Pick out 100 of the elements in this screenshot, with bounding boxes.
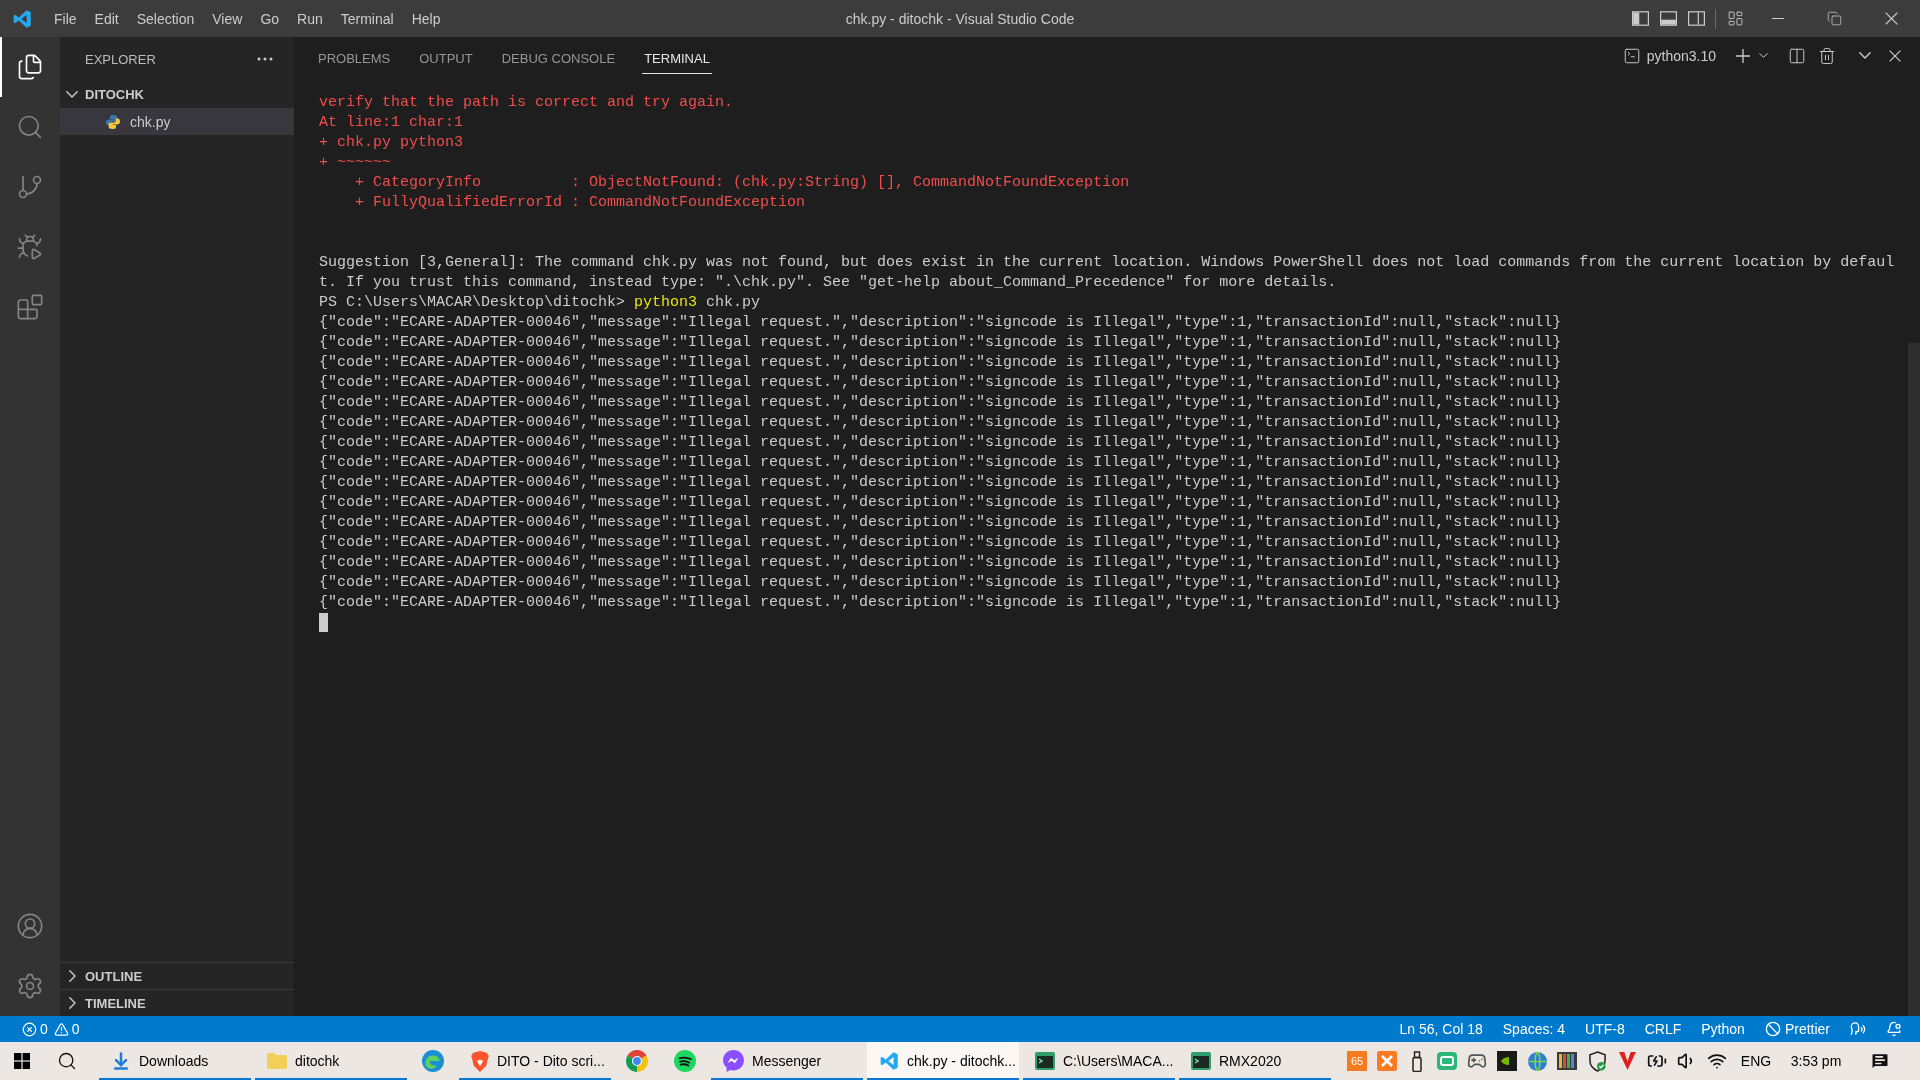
output-line: {"code":"ECARE-ADAPTER-00046","message":"Illegal request.","description":"signcode is Illegal","type":1,"transactionId":null,"stack":null} [319,433,1562,453]
search-icon [57,1051,77,1071]
tree-item[interactable]: chk.py [60,108,294,135]
output-line: {"code":"ECARE-ADAPTER-00046","message":"Illegal request.","description":"signcode is Illegal","type":1,"transactionId":null,"stack":null} [319,333,1562,353]
output-line: {"code":"ECARE-ADAPTER-00046","message":"Illegal request.","description":"signcode is Illegal","type":1,"transactionId":null,"stack":null} [319,533,1562,553]
bars-tile-icon[interactable] [1557,1052,1577,1070]
taskbar-app-button[interactable]: C:\Users\MACA... [1023,1042,1175,1080]
editor-logo-icon [879,1051,899,1071]
error-line: + FullyQualifiedErrorId : CommandNotFoundException [354,193,806,213]
python-file-icon [105,113,121,130]
menu-item[interactable]: Terminal [331,0,403,37]
download-arrow-icon [111,1051,131,1071]
menu-item[interactable]: Edit [85,0,128,37]
taskbar-clock[interactable]: 3:53 pm [1780,1042,1852,1080]
formatter-status[interactable]: Prettier [1754,1016,1840,1042]
output-line: {"code":"ECARE-ADAPTER-00046","message":"Illegal request.","description":"signcode is Illegal","type":1,"transactionId":null,"stack":null} [319,393,1562,413]
console-window-icon [1035,1052,1055,1070]
ban-icon [1764,1021,1781,1037]
taskbar-app-button[interactable]: Downloads [99,1042,251,1080]
panel-tab[interactable]: PROBLEMS [316,44,393,74]
error-line: verify that the path is correct and try again. [319,93,734,113]
ellipsis-icon [257,57,273,61]
error-line: + CategoryInfo : ObjectNotFound: (chk.py:String) [], CommandNotFoundException [354,173,1130,193]
status-item[interactable]: UTF-8 [1575,1016,1635,1042]
notification-icon[interactable] [1870,1051,1890,1071]
output-line: {"code":"ECARE-ADAPTER-00046","message":"Illegal request.","description":"signcode is Illegal","type":1,"transactionId":null,"stack":null} [319,353,1562,373]
gamepad-icon[interactable] [1467,1051,1487,1071]
editor-logo-icon [12,8,32,29]
terminal-line: t. If you trust this command, instead type: ".\chk.py". See "get-help about_Command_Precedence" for more details. [319,273,1337,293]
terminal-cursor [319,613,328,632]
menu-item[interactable]: View [203,0,252,37]
speaking-person-icon [1850,1021,1866,1037]
output-line: {"code":"ECARE-ADAPTER-00046","message":"Illegal request.","description":"signcode is Illegal","type":1,"transactionId":null,"stack":null} [319,453,1562,473]
taskbar-app-button[interactable]: RMX2020 [1179,1042,1331,1080]
menu-item[interactable]: Help [402,0,450,37]
wifi-icon[interactable] [1707,1051,1727,1071]
plus-icon [1736,48,1750,63]
terminal-selector[interactable]: python3.10 [1619,43,1719,68]
panel-tab[interactable]: DEBUG CONSOLE [499,44,618,74]
globe-icon[interactable] [1527,1051,1547,1071]
output-line: {"code":"ECARE-ADAPTER-00046","message":"Illegal request.","description":"signcode is Illegal","type":1,"transactionId":null,"stack":null} [319,573,1562,593]
blocks-icon [16,293,44,321]
menu-item[interactable]: Run [288,0,332,37]
menu-item[interactable]: Selection [127,0,204,37]
shield-check-icon[interactable] [1588,1050,1606,1072]
app-tile-icon[interactable] [1437,1052,1457,1070]
usb-drive-icon[interactable] [1412,1050,1422,1072]
sidebar-title: EXPLORER [85,51,156,67]
error-line: + ~~~~~~ [319,153,391,173]
play-bug-icon [16,233,44,261]
output-line: {"code":"ECARE-ADAPTER-00046","message":"Illegal request.","description":"signcode is Illegal","type":1,"transactionId":null,"stack":null} [319,313,1562,333]
taskbar-app-button[interactable]: chk.py - ditochk... [867,1042,1019,1080]
close-icon [1889,49,1901,62]
sound-waves-icon [674,1050,696,1072]
taskbar-app-button[interactable]: DITO - Dito scri... [459,1042,611,1080]
bell-icon [1886,1021,1902,1037]
status-item[interactable]: Python [1691,1016,1755,1042]
taskbar-app-button[interactable]: ditochk [255,1042,407,1080]
output-line: {"code":"ECARE-ADAPTER-00046","message":"Illegal request.","description":"signcode is Illegal","type":1,"transactionId":null,"stack":null} [319,493,1562,513]
output-line: {"code":"ECARE-ADAPTER-00046","message":"Illegal request.","description":"signcode is Illegal","type":1,"transactionId":null,"stack":null} [319,553,1562,573]
status-item[interactable]: CRLF [1634,1016,1692,1042]
output-line: {"code":"ECARE-ADAPTER-00046","message":"Illegal request.","description":"signcode is Illegal","type":1,"transactionId":null,"stack":null} [319,513,1562,533]
panel-layout-icon [1659,11,1677,26]
v-logo-icon[interactable] [1618,1052,1636,1070]
tile-cross-icon[interactable] [1377,1051,1397,1071]
output-line: {"code":"ECARE-ADAPTER-00046","message":"Illegal request.","description":"signcode is Illegal","type":1,"transactionId":null,"stack":null} [319,413,1562,433]
logo-tile-icon[interactable] [1497,1051,1517,1071]
settings-icon [16,972,44,1000]
trash-icon [1818,46,1836,65]
sidebar-layout-icon [1631,11,1649,26]
terminal-icon [1622,46,1641,65]
shield-logo-icon [471,1050,489,1072]
error-line: + chk.py python3 [319,133,464,153]
problems-button[interactable]: 0 0 [12,1016,90,1042]
language-indicator[interactable]: ENG [1732,1042,1780,1080]
output-line: {"code":"ECARE-ADAPTER-00046","message":"Illegal request.","description":"signcode is Illegal","type":1,"transactionId":null,"stack":null} [319,473,1562,493]
chevron-down-icon [1758,53,1768,58]
status-item[interactable]: Ln 56, Col 18 [1389,1016,1493,1042]
user-circle-icon [16,912,44,940]
scrollbar-thumb[interactable] [1908,343,1920,1016]
branch-icon [16,173,44,201]
menu-item[interactable]: File [45,0,86,37]
menu-item[interactable]: Go [251,0,289,37]
split-columns-icon [1788,46,1806,65]
windows-logo-icon [14,1053,30,1069]
taskbar-app-button[interactable]: Messenger [711,1042,863,1080]
right-sidebar-layout-icon [1687,11,1705,26]
tree-item[interactable]: DITOCHK [60,81,294,108]
browser-circle-icon [626,1050,648,1072]
folder-icon [267,1053,287,1069]
console-window-icon [1191,1052,1211,1070]
output-line: {"code":"ECARE-ADAPTER-00046","message":"Illegal request.","description":"signcode is Illegal","type":1,"transactionId":null,"stack":null} [319,593,1562,613]
chevron-down-icon [1859,52,1871,59]
files-icon [16,53,44,81]
window-title: chk.py - ditochk - Visual Studio Code [845,10,1075,27]
panel-tab[interactable]: TERMINAL [642,44,712,74]
error-icon [22,1021,37,1037]
browser-swirl-icon [422,1050,444,1072]
status-item[interactable]: Spaces: 4 [1492,1016,1576,1042]
panel-tab[interactable]: OUTPUT [417,44,475,74]
